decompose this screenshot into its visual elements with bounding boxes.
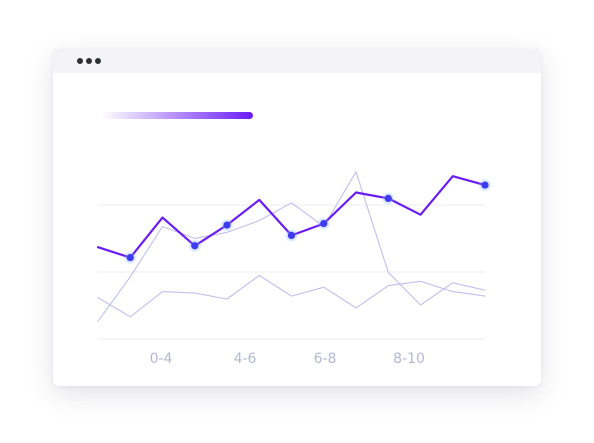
data-point [316, 216, 331, 231]
secondary-series-line [97, 274, 486, 318]
primary-series-line [96, 175, 487, 259]
data-point-dot [223, 221, 231, 229]
data-point [381, 191, 396, 206]
data-point [123, 250, 138, 265]
data-point-dot [191, 242, 199, 250]
x-axis-ticks: 0-4 4-6 6-8 8-10 [150, 351, 425, 367]
x-tick-label: 4-6 [234, 351, 257, 367]
data-point [478, 178, 492, 193]
data-point-dot [126, 254, 134, 262]
data-point [220, 218, 234, 233]
x-tick-label: 8-10 [393, 351, 425, 367]
x-tick-label: 6-8 [314, 351, 337, 367]
data-point [187, 238, 202, 253]
data-point [284, 228, 299, 243]
data-point-dot [384, 194, 392, 202]
chart-series [96, 171, 487, 322]
data-point-dot [287, 231, 296, 239]
browser-window: 0-4 4-6 6-8 8-10 [53, 49, 541, 386]
secondary-series-line [97, 171, 486, 322]
line-chart: 0-4 4-6 6-8 8-10 [96, 171, 492, 367]
chart-markers [123, 178, 492, 265]
data-point-dot [481, 181, 489, 189]
x-tick-label: 0-4 [150, 351, 173, 367]
data-point-dot [320, 219, 328, 228]
